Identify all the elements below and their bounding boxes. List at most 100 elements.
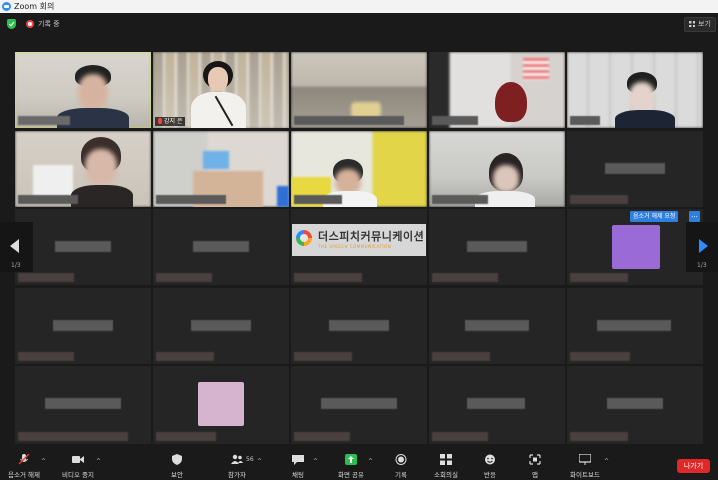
name-label-blurred [294, 116, 404, 125]
name-blurred [605, 163, 665, 174]
shield-icon [172, 454, 182, 465]
name-label-blurred [18, 352, 74, 361]
video-tile-12[interactable] [153, 209, 289, 285]
next-page-icon[interactable] [699, 239, 708, 253]
participants-options-caret[interactable]: ^ [257, 458, 262, 465]
name-label-blurred [570, 116, 600, 125]
video-tile-21[interactable] [15, 366, 151, 444]
more-options-button[interactable]: ... [689, 211, 700, 222]
view-button[interactable]: 보기 [684, 17, 716, 32]
video-tile-18[interactable] [291, 288, 427, 364]
prev-page-icon[interactable] [10, 239, 19, 253]
record-button[interactable]: 기록 [390, 449, 412, 480]
avatar [612, 225, 660, 269]
chat-icon [292, 455, 304, 465]
name-label-blurred [156, 273, 212, 282]
video-button[interactable]: 비디오 중지 [60, 449, 96, 480]
name-label-blurred [432, 352, 490, 361]
participants-button[interactable]: 참가자 [224, 449, 250, 480]
mute-button[interactable]: 음소거 해제 [7, 449, 41, 480]
video-tile-25[interactable] [567, 366, 703, 444]
video-tile-20[interactable] [567, 288, 703, 364]
watermark-subtext: THE SPEECH COMMUNICATION [318, 244, 392, 249]
name-blurred [191, 320, 251, 331]
whiteboard-options-caret[interactable]: ^ [604, 458, 609, 465]
name-label-blurred [432, 432, 488, 441]
video-tile-16[interactable] [15, 288, 151, 364]
name-blurred [45, 398, 121, 409]
participant-body [71, 185, 133, 207]
gallery-view-icon [689, 21, 695, 27]
name-label-blurred [294, 352, 352, 361]
video-tile-23[interactable] [291, 366, 427, 444]
participant-body [615, 110, 675, 128]
leave-meeting-button[interactable]: 나가기 [677, 459, 710, 473]
meeting-toolbar: 음소거 해제 ^ 비디오 중지 ^ 보안 참가자 56 ^ 채팅 ^ 화면 공유… [0, 449, 718, 480]
whiteboard-button[interactable]: 화이트보드 [568, 449, 602, 480]
reactions-button[interactable]: 반응 [479, 449, 501, 480]
name-label-blurred [18, 116, 70, 125]
name-blurred [53, 320, 113, 331]
video-tile-4[interactable] [429, 52, 565, 128]
video-tile-11[interactable] [15, 209, 151, 285]
mic-muted-icon [158, 118, 162, 124]
mic-off-icon [18, 454, 30, 465]
name-label-blurred [18, 273, 74, 282]
video-tile-17[interactable] [153, 288, 289, 364]
share-screen-icon [345, 454, 357, 465]
share-screen-button[interactable]: 화면 공유 [336, 449, 366, 480]
name-label-blurred [432, 273, 498, 282]
name-label-blurred [156, 195, 226, 204]
name-blurred [467, 241, 527, 252]
video-tile-14[interactable] [429, 209, 565, 285]
page-indicator-right: 1/3 [697, 262, 707, 269]
name-label-blurred [570, 352, 630, 361]
participants-icon [231, 454, 243, 464]
blurred-face [493, 165, 519, 193]
security-button[interactable]: 보안 [165, 449, 189, 480]
video-tile-9[interactable] [429, 131, 565, 207]
name-blurred [597, 320, 671, 331]
window-titlebar: Zoom 회의 [0, 0, 718, 13]
video-tile-8[interactable] [291, 131, 427, 207]
breakout-rooms-button[interactable]: 소회의실 [432, 449, 460, 480]
recording-status: 기록 중 [38, 20, 60, 28]
unmute-request-button[interactable]: 음소거 해제 요청 [630, 211, 679, 222]
participant-name: 강지 은 [155, 117, 186, 126]
video-options-caret[interactable]: ^ [96, 458, 101, 465]
share-options-caret[interactable]: ^ [368, 458, 373, 465]
smiley-icon [485, 454, 495, 465]
security-shield-icon[interactable] [7, 19, 16, 29]
apps-button[interactable]: 앱 [524, 449, 546, 480]
video-tile-2[interactable]: 강지 은 [153, 52, 289, 128]
name-label-blurred [294, 195, 342, 204]
page-indicator-left: 1/3 [11, 262, 21, 269]
video-camera-icon [72, 456, 84, 463]
blurred-face [78, 74, 108, 110]
chat-options-caret[interactable]: ^ [313, 458, 318, 465]
video-tile-10[interactable] [567, 131, 703, 207]
recording-icon[interactable] [26, 20, 34, 28]
video-tile-3[interactable] [291, 52, 427, 128]
name-label-blurred [432, 195, 488, 204]
apps-icon [529, 454, 541, 465]
video-tile-5[interactable] [567, 52, 703, 128]
participant-body [191, 92, 246, 128]
video-tile-1[interactable] [15, 52, 151, 128]
blurred-face [629, 82, 655, 112]
video-tile-24[interactable] [429, 366, 565, 444]
video-tile-22[interactable] [153, 366, 289, 444]
video-tile-19[interactable] [429, 288, 565, 364]
video-tile-6[interactable] [15, 131, 151, 207]
name-label-blurred [18, 432, 128, 441]
name-blurred [465, 320, 529, 331]
avatar [198, 382, 244, 426]
view-label: 보기 [698, 20, 711, 28]
video-tile-7[interactable] [153, 131, 289, 207]
zoom-logo-icon [2, 2, 11, 11]
mute-options-caret[interactable]: ^ [41, 458, 46, 465]
record-icon [395, 454, 407, 465]
chat-button[interactable]: 채팅 [287, 449, 309, 480]
name-label-blurred [294, 432, 350, 441]
name-label-blurred [294, 273, 362, 282]
